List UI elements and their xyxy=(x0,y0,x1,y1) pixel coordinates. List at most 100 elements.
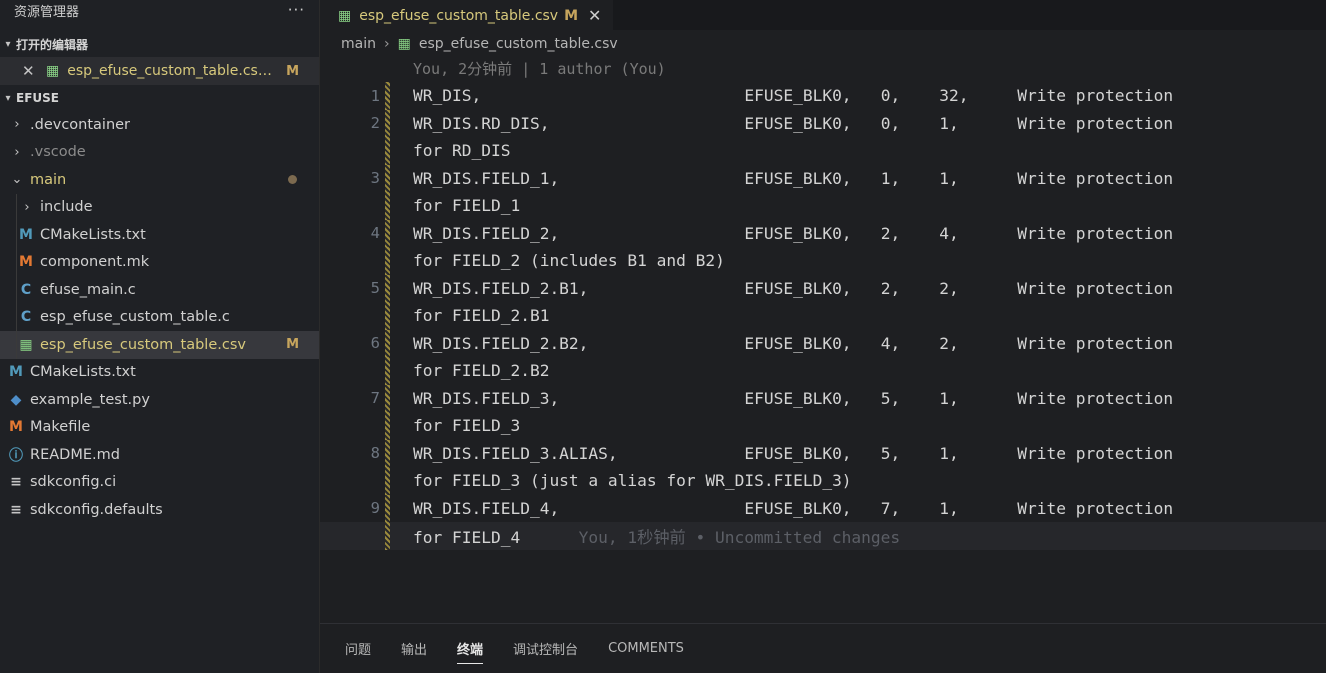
code-text-content: WR_DIS, EFUSE_BLK0, 0, 32, Write protect… xyxy=(413,86,1174,106)
code-line[interactable]: 8 WR_DIS.FIELD_3.ALIAS, EFUSE_BLK0, 5, 1,… xyxy=(320,439,1326,467)
explorer-header: 资源管理器 ··· xyxy=(0,0,319,20)
git-modified-gutter xyxy=(385,329,390,357)
code-text: WR_DIS.FIELD_2.B1, EFUSE_BLK0, 2, 2, Wri… xyxy=(413,279,1173,298)
editor-area: ▦ esp_efuse_custom_table.csv M ✕ main › … xyxy=(320,0,1326,673)
tree-item-label: CMakeLists.txt xyxy=(40,226,146,243)
makefile-icon: M xyxy=(9,419,23,436)
code-text: WR_DIS.FIELD_4, EFUSE_BLK0, 7, 1, Write … xyxy=(413,499,1173,518)
git-modified-gutter xyxy=(385,219,390,247)
close-icon[interactable]: ✕ xyxy=(588,6,601,25)
code-text-content: WR_DIS.FIELD_2, EFUSE_BLK0, 2, 4, Write … xyxy=(413,223,1174,243)
indent-guide xyxy=(16,276,17,304)
code-line[interactable]: 4 WR_DIS.FIELD_2, EFUSE_BLK0, 2, 4, Write… xyxy=(320,219,1326,247)
tree-item-label: example_test.py xyxy=(30,391,150,408)
lines-icon: ≡ xyxy=(10,474,22,491)
code-line[interactable]: 3 WR_DIS.FIELD_1, EFUSE_BLK0, 1, 1, Write… xyxy=(320,164,1326,192)
tree-item-sdkconfig-defaults[interactable]: ≡ sdkconfig.defaults xyxy=(0,496,319,524)
code-line[interactable]: for FIELD_4 You, 1秒钟前 • Uncommitted chan… xyxy=(320,522,1326,550)
chevron-down-icon: ▾ xyxy=(5,38,11,50)
tab-problems[interactable]: 问题 xyxy=(345,639,371,658)
code-line[interactable]: for FIELD_1 xyxy=(320,192,1326,220)
breadcrumb-folder[interactable]: main xyxy=(341,36,376,52)
git-modified-gutter xyxy=(385,302,390,330)
csv-icon: ▦ xyxy=(338,7,352,24)
tab-comments[interactable]: COMMENTS xyxy=(608,641,684,656)
inline-blame: You, 1秒钟前 • Uncommitted changes xyxy=(520,527,901,547)
code-text-content: for FIELD_4 xyxy=(413,527,521,547)
git-modified-gutter xyxy=(385,467,390,495)
code-text-content: WR_DIS.FIELD_2.B1, EFUSE_BLK0, 2, 2, Wri… xyxy=(413,278,1174,298)
code-text: for FIELD_3 xyxy=(413,416,520,435)
tree-item-custom-table-csv[interactable]: ▦ esp_efuse_custom_table.csv M xyxy=(0,331,319,359)
cmake-icon: M xyxy=(9,364,23,381)
tab-output[interactable]: 输出 xyxy=(401,639,427,658)
git-modified-gutter xyxy=(385,274,390,302)
tree-item-label: esp_efuse_custom_table.c xyxy=(40,309,230,326)
tree-item-main[interactable]: ⌄ main xyxy=(0,166,319,194)
code-line[interactable]: for FIELD_3 xyxy=(320,412,1326,440)
modified-badge: M xyxy=(564,7,579,24)
code-line[interactable]: 2 WR_DIS.RD_DIS, EFUSE_BLK0, 0, 1, Write … xyxy=(320,109,1326,137)
code-text: WR_DIS.FIELD_3.ALIAS, EFUSE_BLK0, 5, 1, … xyxy=(413,444,1173,463)
indent-guide xyxy=(16,303,17,331)
code-text-content: WR_DIS.FIELD_3.ALIAS, EFUSE_BLK0, 5, 1, … xyxy=(413,443,1174,463)
tree-item-sdkconfig-ci[interactable]: ≡ sdkconfig.ci xyxy=(0,469,319,497)
breadcrumb: main › ▦ esp_efuse_custom_table.csv xyxy=(320,30,1326,58)
modified-dot-icon xyxy=(288,175,297,185)
git-blame-header[interactable]: You, 2分钟前 | 1 author (You) xyxy=(413,58,666,79)
code-text: for FIELD_4 You, 1秒钟前 • Uncommitted chan… xyxy=(413,524,900,548)
breadcrumb-file[interactable]: esp_efuse_custom_table.csv xyxy=(419,36,618,52)
code-text: WR_DIS.FIELD_1, EFUSE_BLK0, 1, 1, Write … xyxy=(413,169,1173,188)
tree-item-include[interactable]: › include xyxy=(0,193,319,221)
code-text: for FIELD_3 (just a alias for WR_DIS.FIE… xyxy=(413,471,852,490)
tree-item-root-cmakelists[interactable]: M CMakeLists.txt xyxy=(0,359,319,387)
code-line[interactable]: for FIELD_2 (includes B1 and B2) xyxy=(320,247,1326,275)
tree-item-label: efuse_main.c xyxy=(40,281,136,298)
open-editors-section[interactable]: ▾ 打开的编辑器 xyxy=(0,31,319,57)
code-line[interactable]: for FIELD_2.B1 xyxy=(320,302,1326,330)
tree-item-label: sdkconfig.ci xyxy=(30,474,117,491)
tree-item-main-cmakelists[interactable]: M CMakeLists.txt xyxy=(0,221,319,249)
tree-item-efuse-main-c[interactable]: C efuse_main.c xyxy=(0,276,319,304)
tree-item-example-test-py[interactable]: ◆ example_test.py xyxy=(0,386,319,414)
close-icon[interactable]: ✕ xyxy=(22,62,38,80)
code-line[interactable]: 6 WR_DIS.FIELD_2.B2, EFUSE_BLK0, 4, 2, Wr… xyxy=(320,329,1326,357)
git-modified-gutter xyxy=(385,384,390,412)
code-editor[interactable]: 1 WR_DIS, EFUSE_BLK0, 0, 32, Write protec… xyxy=(320,82,1326,550)
line-number: 7 xyxy=(370,389,380,408)
git-modified-gutter xyxy=(385,439,390,467)
chevron-right-icon: › xyxy=(14,144,20,160)
tree-item-vscode[interactable]: › .vscode xyxy=(0,139,319,167)
line-number: 5 xyxy=(370,279,380,298)
code-text-content: for FIELD_2.B1 xyxy=(413,306,550,326)
more-actions-icon[interactable]: ··· xyxy=(288,1,305,19)
code-line[interactable]: 5 WR_DIS.FIELD_2.B1, EFUSE_BLK0, 2, 2, Wr… xyxy=(320,274,1326,302)
code-text: for FIELD_1 xyxy=(413,196,520,215)
code-line[interactable]: 1 WR_DIS, EFUSE_BLK0, 0, 32, Write protec… xyxy=(320,82,1326,110)
code-text: WR_DIS.FIELD_2.B2, EFUSE_BLK0, 4, 2, Wri… xyxy=(413,334,1173,353)
tree-item-makefile[interactable]: M Makefile xyxy=(0,414,319,442)
tab-debug-console[interactable]: 调试控制台 xyxy=(513,639,578,658)
tree-item-devcontainer[interactable]: › .devcontainer xyxy=(0,111,319,139)
chevron-right-icon: › xyxy=(24,199,30,215)
code-line[interactable]: for FIELD_2.B2 xyxy=(320,357,1326,385)
open-editor-item[interactable]: ✕ ▦ esp_efuse_custom_table.csv... M xyxy=(0,57,319,85)
tab-filename: esp_efuse_custom_table.csv xyxy=(359,7,559,24)
tree-item-label: main xyxy=(30,171,67,188)
code-line[interactable]: 7 WR_DIS.FIELD_3, EFUSE_BLK0, 5, 1, Write… xyxy=(320,384,1326,412)
project-section[interactable]: ▾ EFUSE xyxy=(0,85,319,111)
tree-item-custom-table-c[interactable]: C esp_efuse_custom_table.c xyxy=(0,303,319,331)
line-number: 1 xyxy=(370,86,380,105)
code-line[interactable]: for FIELD_3 (just a alias for WR_DIS.FIE… xyxy=(320,467,1326,495)
tree-item-readme[interactable]: ⓘ README.md xyxy=(0,441,319,469)
indent-guide xyxy=(16,193,17,221)
tab-terminal[interactable]: 终端 xyxy=(457,639,484,664)
editor-tab-csv[interactable]: ▦ esp_efuse_custom_table.csv M ✕ xyxy=(320,0,614,30)
code-text: for FIELD_2.B1 xyxy=(413,306,549,325)
chevron-down-icon: ⌄ xyxy=(11,172,23,188)
tree-item-label: sdkconfig.defaults xyxy=(30,501,163,518)
code-line[interactable]: 9 WR_DIS.FIELD_4, EFUSE_BLK0, 7, 1, Write… xyxy=(320,494,1326,522)
lines-icon: ≡ xyxy=(10,501,22,518)
tree-item-component-mk[interactable]: M component.mk xyxy=(0,248,319,276)
code-line[interactable]: for RD_DIS xyxy=(320,137,1326,165)
